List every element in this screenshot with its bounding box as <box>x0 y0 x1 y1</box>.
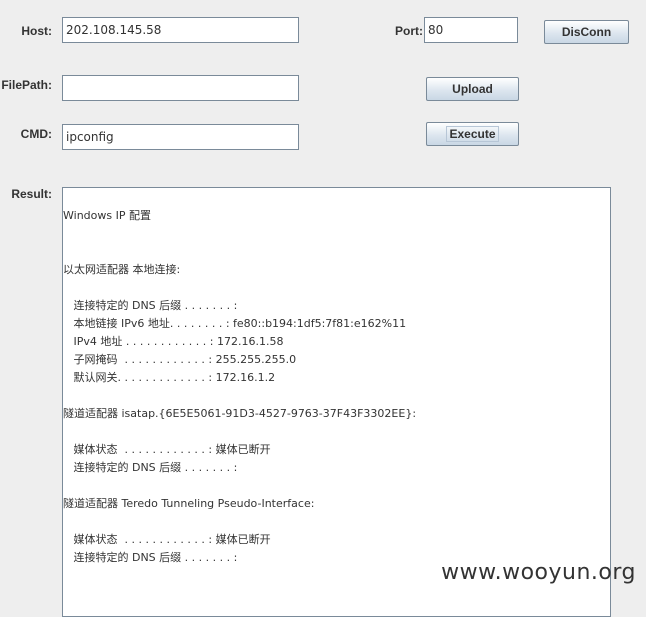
host-label: Host: <box>21 24 52 38</box>
upload-button-label: Upload <box>452 82 493 96</box>
cmd-input[interactable] <box>62 124 299 150</box>
result-line <box>63 387 610 405</box>
result-line: 媒体状态 . . . . . . . . . . . . : 媒体已断开 <box>63 443 271 456</box>
watermark: www.wooyun.org <box>441 560 636 585</box>
result-line <box>63 513 610 531</box>
result-line: 本地链接 IPv6 地址. . . . . . . . : fe80::b194… <box>63 317 407 330</box>
host-input[interactable] <box>62 17 299 43</box>
execute-button[interactable]: Execute <box>426 122 519 146</box>
cmd-label: CMD: <box>20 127 52 141</box>
filepath-label: FilePath: <box>1 78 52 92</box>
result-line: 连接特定的 DNS 后缀 . . . . . . . : <box>63 461 238 474</box>
result-line <box>63 279 610 297</box>
upload-button[interactable]: Upload <box>426 77 519 101</box>
result-line: 媒体状态 . . . . . . . . . . . . : 媒体已断开 <box>63 533 271 546</box>
result-line <box>63 423 610 441</box>
result-line: 以太网适配器 本地连接: <box>63 263 181 276</box>
port-input[interactable] <box>424 17 518 43</box>
result-label: Result: <box>11 187 52 201</box>
result-line: IPv4 地址 . . . . . . . . . . . . : 172.16… <box>63 335 284 348</box>
result-line: 默认网关. . . . . . . . . . . . . : 172.16.1… <box>63 371 276 384</box>
result-line <box>63 243 610 261</box>
result-output[interactable]: Windows IP 配置以太网适配器 本地连接: 连接特定的 DNS 后缀 .… <box>62 187 611 617</box>
result-line: 子网掩码 . . . . . . . . . . . . : 255.255.2… <box>63 353 297 366</box>
result-line <box>63 225 610 243</box>
disconnect-button-label: DisConn <box>561 25 612 39</box>
result-line: Windows IP 配置 <box>63 209 151 222</box>
filepath-input[interactable] <box>62 75 299 101</box>
port-label: Port: <box>395 24 423 38</box>
result-line: 隧道适配器 isatap.{6E5E5061-91D3-4527-9763-37… <box>63 407 417 420</box>
disconnect-button[interactable]: DisConn <box>544 20 629 44</box>
result-line: 连接特定的 DNS 后缀 . . . . . . . : <box>63 299 238 312</box>
result-line <box>63 477 610 495</box>
result-lines: Windows IP 配置以太网适配器 本地连接: 连接特定的 DNS 后缀 .… <box>63 188 610 567</box>
execute-button-label: Execute <box>446 126 499 142</box>
result-line: 隧道适配器 Teredo Tunneling Pseudo-Interface: <box>63 497 315 510</box>
